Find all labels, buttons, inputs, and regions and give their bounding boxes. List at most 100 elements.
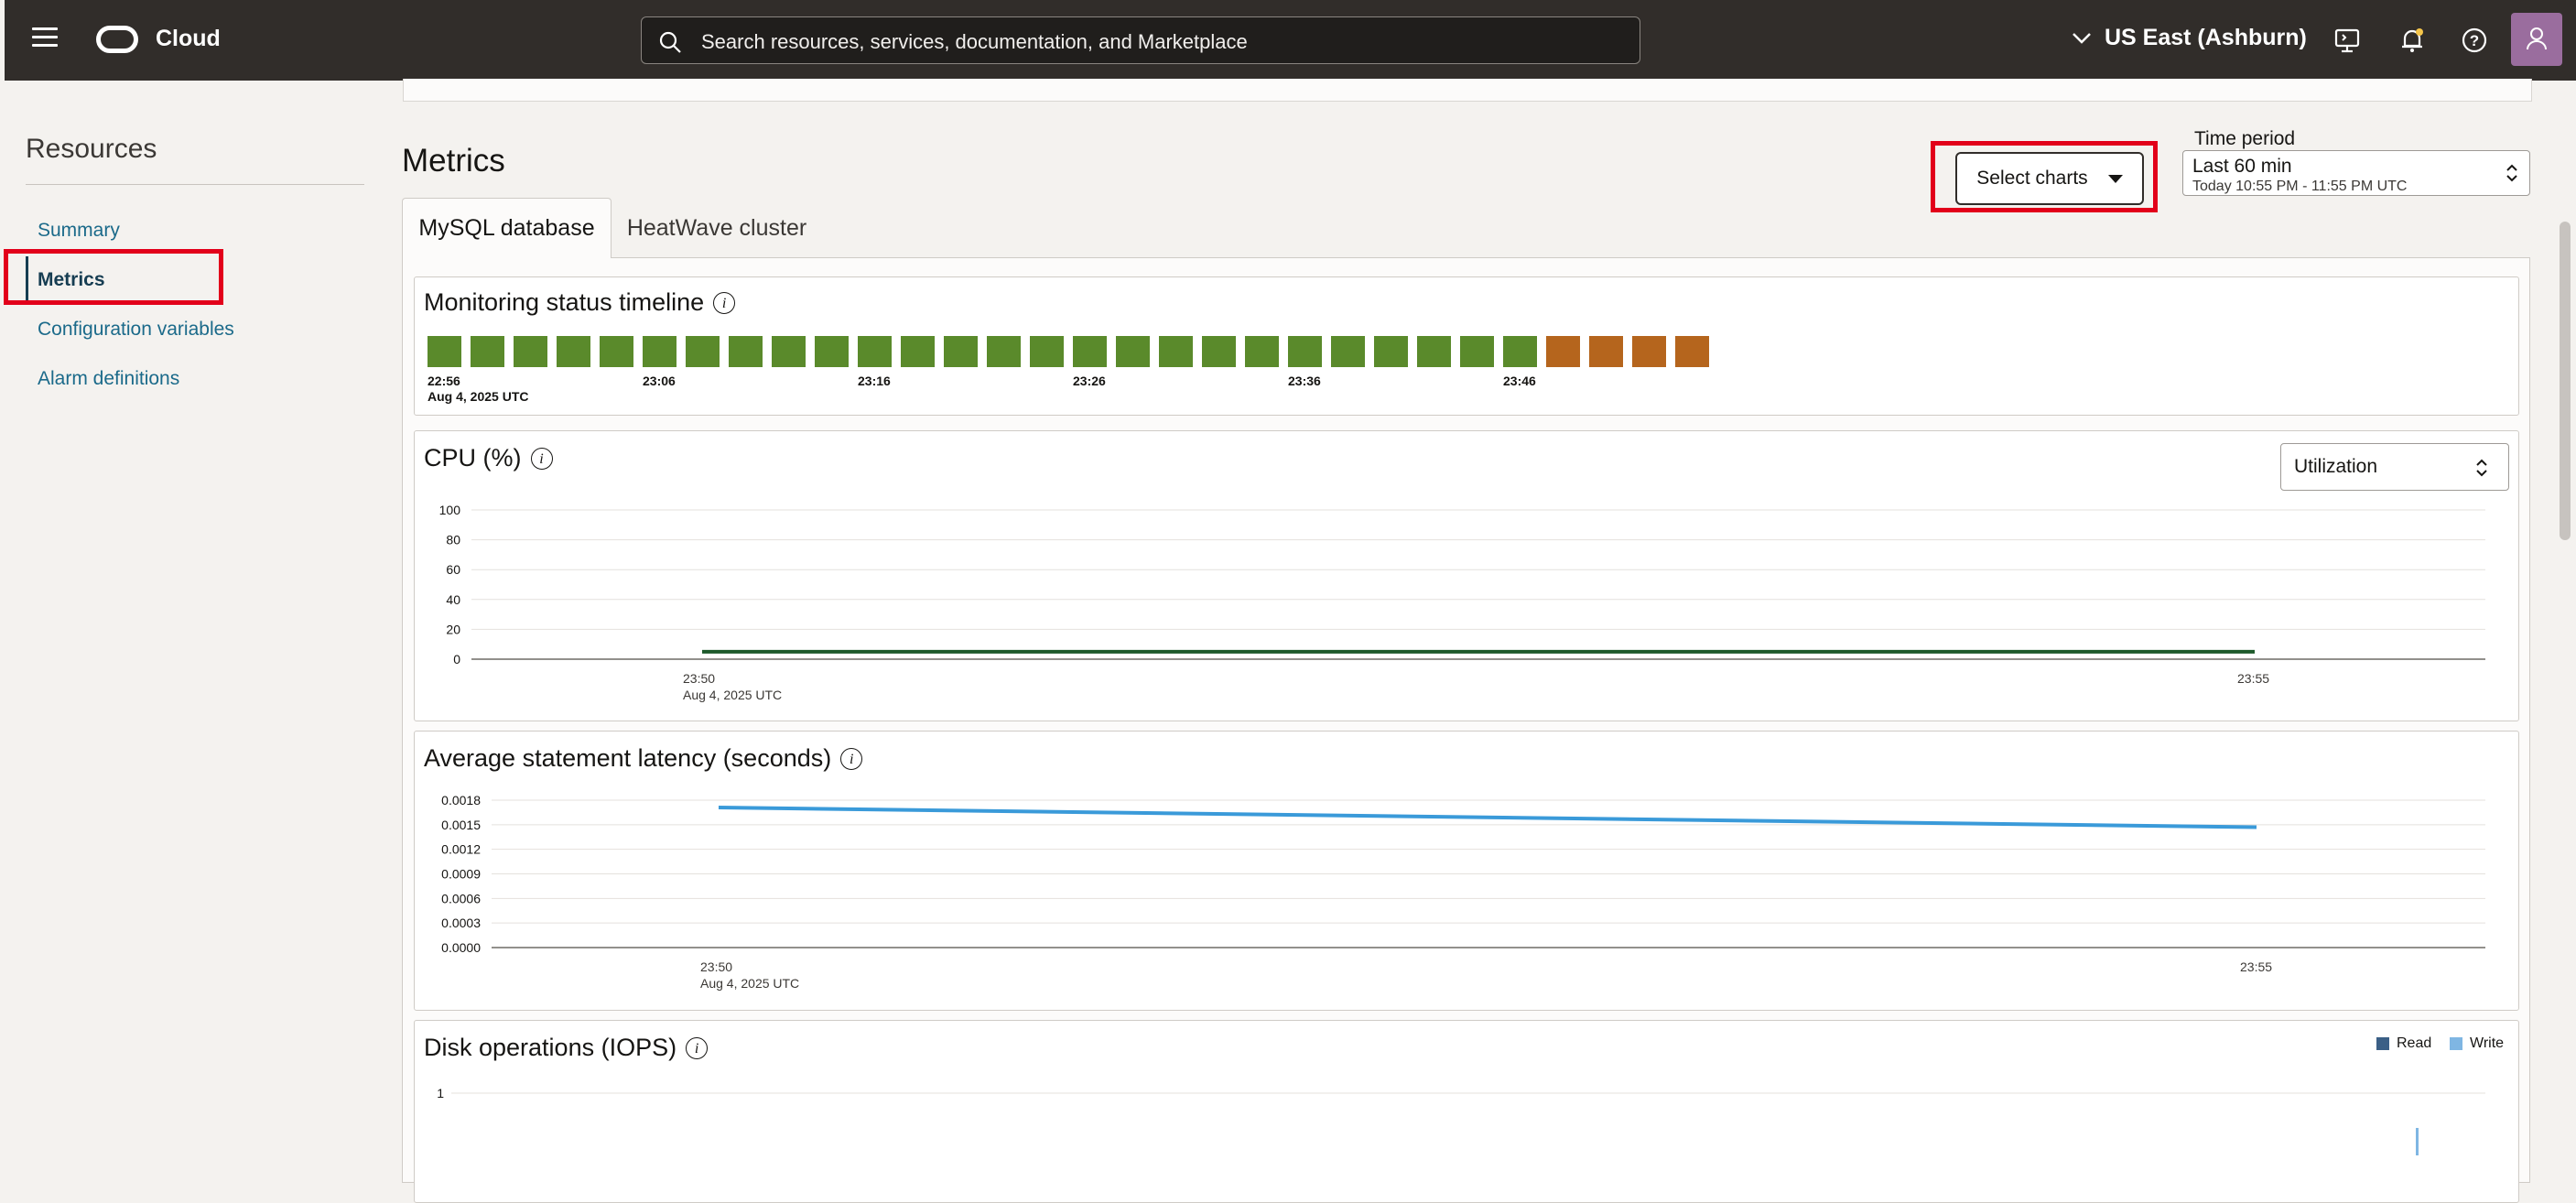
sidebar-item-configuration-variables[interactable]: Configuration variables bbox=[38, 319, 234, 341]
info-icon[interactable]: i bbox=[530, 447, 553, 470]
status-block-ok[interactable] bbox=[1245, 336, 1279, 367]
time-period-select[interactable]: Last 60 min Today 10:55 PM - 11:55 PM UT… bbox=[2182, 150, 2530, 196]
y-tick-label: 80 bbox=[446, 533, 460, 547]
status-block-ok[interactable] bbox=[557, 336, 590, 367]
y-tick-label: 0.0000 bbox=[441, 940, 481, 955]
search-placeholder: Search resources, services, documentatio… bbox=[701, 30, 1248, 53]
status-block-ok[interactable] bbox=[1331, 336, 1365, 367]
timeline-tick-label: 22:56 bbox=[428, 374, 460, 388]
status-block-ok[interactable] bbox=[1202, 336, 1236, 367]
status-block-ok[interactable] bbox=[944, 336, 978, 367]
timeline-title: Monitoring status timeline bbox=[424, 288, 705, 316]
status-block-ok[interactable] bbox=[987, 336, 1021, 367]
status-block-ok[interactable] bbox=[1503, 336, 1537, 367]
select-charts-label: Select charts bbox=[1976, 168, 2088, 189]
series-line bbox=[718, 806, 2257, 829]
timeline-date-label: Aug 4, 2025 UTC bbox=[428, 389, 529, 404]
cpu-chart-title: CPU (%) bbox=[424, 444, 522, 471]
info-icon[interactable]: i bbox=[686, 1036, 709, 1059]
cpu-chart: 100 80 60 40 20 0 23:50 23:55 Aug 4, 2025 UTC bbox=[439, 503, 2485, 702]
disk-ops-chart: 1 bbox=[437, 1086, 2485, 1155]
region-selector[interactable]: US East (Ashburn) bbox=[2072, 25, 2307, 51]
up-down-chevron-icon bbox=[2476, 459, 2487, 477]
scrollbar[interactable] bbox=[2560, 222, 2571, 540]
status-block-ok[interactable] bbox=[729, 336, 763, 367]
status-block-ok[interactable] bbox=[1073, 336, 1107, 367]
y-tick-label: 60 bbox=[446, 562, 460, 577]
status-block-ok[interactable] bbox=[514, 336, 547, 367]
x-tick-label: 23:50 bbox=[700, 959, 732, 974]
status-block-ok[interactable] bbox=[901, 336, 935, 367]
y-tick-label: 0.0006 bbox=[441, 891, 481, 905]
search-input[interactable]: Search resources, services, documentatio… bbox=[641, 16, 1640, 64]
status-block-warn[interactable] bbox=[1675, 336, 1709, 367]
legend-swatch bbox=[2450, 1037, 2462, 1050]
status-block-ok[interactable] bbox=[772, 336, 806, 367]
tab-mysql-database[interactable]: MySQL database bbox=[402, 198, 612, 258]
status-block-ok[interactable] bbox=[600, 336, 633, 367]
status-block-ok[interactable] bbox=[428, 336, 461, 367]
menu-icon[interactable] bbox=[32, 27, 58, 49]
notifications-bell-icon[interactable] bbox=[2397, 26, 2427, 55]
info-icon[interactable]: i bbox=[713, 291, 736, 314]
time-period-range: Today 10:55 PM - 11:55 PM UTC bbox=[2192, 179, 2408, 194]
sidebar-item-summary[interactable]: Summary bbox=[38, 220, 120, 242]
select-charts-button[interactable]: Select charts bbox=[1955, 152, 2144, 205]
up-down-chevron-icon bbox=[2506, 164, 2517, 182]
cpu-statistic-select[interactable]: Utilization bbox=[2280, 443, 2509, 491]
timeline-tick-label: 23:16 bbox=[858, 374, 891, 388]
user-avatar[interactable] bbox=[2511, 13, 2562, 66]
resources-heading: Resources bbox=[26, 134, 157, 164]
sidebar-item-alarm-definitions[interactable]: Alarm definitions bbox=[38, 368, 179, 390]
timeline-tick-label: 23:46 bbox=[1503, 374, 1536, 388]
status-block-ok[interactable] bbox=[815, 336, 849, 367]
timeline-tick-label: 23:36 bbox=[1288, 374, 1321, 388]
status-block-ok[interactable] bbox=[1030, 336, 1064, 367]
status-block-ok[interactable] bbox=[1288, 336, 1322, 367]
x-tick-label: 23:55 bbox=[2240, 959, 2272, 974]
help-icon[interactable]: ? bbox=[2460, 26, 2489, 55]
oracle-logo-icon[interactable] bbox=[96, 26, 138, 53]
status-block-ok[interactable] bbox=[1460, 336, 1494, 367]
svg-text:?: ? bbox=[2470, 32, 2479, 49]
latency-chart: 0.0018 0.0015 0.0012 0.0009 0.0006 0.0003 0.00… bbox=[441, 793, 2485, 991]
status-block-ok[interactable] bbox=[1417, 336, 1451, 367]
status-block-warn[interactable] bbox=[1632, 336, 1666, 367]
legend-item-write: Write bbox=[2450, 1035, 2504, 1052]
status-block-ok[interactable] bbox=[643, 336, 676, 367]
info-icon[interactable]: i bbox=[840, 747, 863, 770]
brand-name[interactable]: Cloud bbox=[156, 26, 221, 52]
status-block-warn[interactable] bbox=[1589, 336, 1623, 367]
chevron-down-icon bbox=[2073, 32, 2091, 44]
y-tick-label: 0 bbox=[453, 652, 460, 667]
timeline-title-row: Monitoring status timeline i bbox=[424, 288, 736, 317]
time-period-value: Last 60 min bbox=[2192, 156, 2292, 177]
legend-label: Write bbox=[2470, 1035, 2505, 1051]
status-block-warn[interactable] bbox=[1546, 336, 1580, 367]
monitoring-status-card: Monitoring status timeline i 22:56 23:06… bbox=[414, 276, 2519, 416]
time-period-label: Time period bbox=[2194, 128, 2296, 149]
status-block-ok[interactable] bbox=[1374, 336, 1408, 367]
bar-write bbox=[2416, 1128, 2419, 1155]
y-tick-label: 0.0003 bbox=[441, 916, 481, 930]
caret-down-icon bbox=[2107, 174, 2123, 183]
status-block-ok[interactable] bbox=[858, 336, 892, 367]
tab-heatwave-cluster[interactable]: HeatWave cluster bbox=[615, 198, 818, 258]
top-bar: Cloud Search resources, services, docume… bbox=[5, 0, 2576, 81]
cpu-title-row: CPU (%) i bbox=[424, 444, 553, 472]
y-tick-label: 0.0015 bbox=[441, 818, 481, 832]
y-tick-label: 0.0018 bbox=[441, 793, 481, 807]
details-card bbox=[403, 79, 2532, 102]
status-block-ok[interactable] bbox=[1116, 336, 1150, 367]
status-block-ok[interactable] bbox=[471, 336, 504, 367]
legend-swatch bbox=[2376, 1037, 2389, 1050]
y-tick-label: 40 bbox=[446, 592, 460, 607]
search-icon bbox=[659, 31, 681, 53]
status-block-ok[interactable] bbox=[686, 336, 720, 367]
x-date-label: Aug 4, 2025 UTC bbox=[683, 688, 782, 702]
latency-chart-title: Average statement latency (seconds) bbox=[424, 744, 832, 772]
legend-item-read: Read bbox=[2376, 1035, 2431, 1052]
status-block-ok[interactable] bbox=[1159, 336, 1193, 367]
legend-label: Read bbox=[2397, 1035, 2432, 1051]
cloud-shell-icon[interactable] bbox=[2332, 26, 2362, 55]
